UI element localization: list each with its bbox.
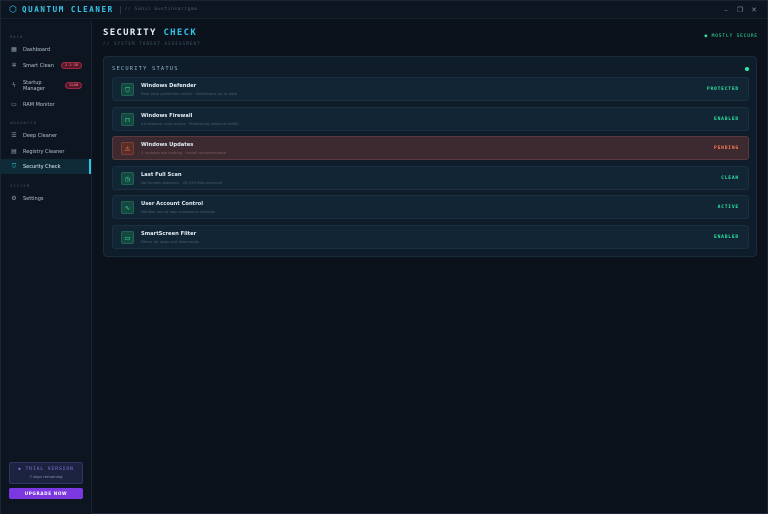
app-subtitle: // Sahil Gustinsarigma [124,7,198,12]
sidebar-item-label: Dashboard [23,46,51,53]
shield-icon: ⛉ [121,83,134,96]
registry-icon: ▤ [11,147,17,155]
check-row-windows-updates[interactable]: ⚠ Windows Updates 3 updates are waiting … [112,136,749,160]
check-name: User Account Control [141,201,204,207]
activity-icon: ∿ [121,201,134,214]
main-content: SECURITY CHECK // SYSTEM THREAT ASSESSME… [92,20,768,514]
sidebar-item-label: Startup Manager [23,80,45,92]
check-name: SmartScreen Filter [141,231,197,237]
sidebar-item-label: Registry Cleaner [23,148,65,155]
check-description: All network rules active · Monitoring in… [141,121,239,126]
memory-icon: ▭ [11,100,17,108]
check-name: Last Full Scan [141,172,182,178]
minimize-button[interactable]: – [719,6,733,14]
check-row-windows-defender[interactable]: ⛉ Windows Defender Real-time protection … [112,77,749,101]
warning-icon: ⚠ [121,142,134,155]
sidebar-item-ram-monitor[interactable]: ▭ RAM Monitor [1,97,91,112]
grid-icon: ▦ [11,45,17,53]
panel-title: SECURITY STATUS [112,66,179,72]
gear-icon: ⚙ [11,194,17,202]
check-name: Windows Defender [141,83,197,89]
close-button[interactable]: ✕ [747,6,761,14]
layers-icon: ☰ [11,131,17,139]
clock-icon: ◷ [121,172,134,185]
check-description: 3 updates are waiting · Install recommen… [141,150,227,155]
check-description: Filters for apps and downloads [141,239,200,244]
trial-title: ◆ TRIAL VERSION [18,467,74,472]
trial-box: ◆ TRIAL VERSION 7 days remaining [9,462,83,484]
sidebar-item-deep-cleaner[interactable]: ☰ Deep Cleaner [1,128,91,143]
overall-status-badge: ● MOSTLY SECURE [704,34,758,39]
check-name: Windows Updates [141,142,194,148]
check-status: ENABLED [714,235,739,240]
status-dot-icon [745,67,749,71]
upgrade-button[interactable]: UPGRADE NOW [9,488,83,499]
check-row-last-full-scan[interactable]: ◷ Last Full Scan No threats detected · 2… [112,166,749,190]
app-window: ⬡ QUANTUM CLEANER // Sahil Gustinsarigma… [0,0,768,514]
check-name: Windows Firewall [141,113,193,119]
check-status: ENABLED [714,117,739,122]
sidebar-item-smart-clean[interactable]: ✲ Smart Clean 2.3 GB [1,58,91,73]
size-badge: 2.3 GB [61,62,82,69]
check-status: ACTIVE [717,205,739,210]
sidebar-item-label: Smart Clean [23,62,54,69]
sidebar-item-settings[interactable]: ⚙ Settings [1,191,91,206]
sidebar: MAIN ▦ Dashboard ✲ Smart Clean 2.3 GB ϟ … [1,20,92,514]
page-subtitle: // SYSTEM THREAT ASSESSMENT [103,41,201,46]
check-description: Real-time protection active · Definition… [141,91,238,96]
check-row-user-account-control[interactable]: ∿ User Account Control Notifies you of a… [112,195,749,219]
bolt-icon: ϟ [12,82,16,89]
monitor-icon: ▭ [121,231,134,244]
hexagon-logo-icon: ⬡ [9,4,17,15]
sidebar-section-main: MAIN [10,34,24,39]
security-status-panel: SECURITY STATUS ⛉ Windows Defender Real-… [103,56,757,257]
check-description: Notifies you of app changes to settings [141,209,216,214]
sidebar-item-registry-cleaner[interactable]: ▤ Registry Cleaner [1,144,91,159]
check-description: No threats detected · 28,193 files scann… [141,180,223,185]
page-title: SECURITY CHECK [103,28,197,38]
sidebar-item-startup-manager[interactable]: ϟ Startup Manager SLOW [1,77,91,95]
trial-days-remaining: 7 days remaining [29,474,63,479]
status-badge: SLOW [65,82,82,89]
check-status: PROTECTED [706,87,739,92]
maximize-button[interactable]: ❐ [733,6,747,14]
check-status: PENDING [714,146,739,151]
app-title: QUANTUM CLEANER [22,5,114,14]
check-status: CLEAN [721,176,739,181]
title-separator [119,5,121,14]
sidebar-item-label: Deep Cleaner [23,132,58,139]
check-row-smartscreen-filter[interactable]: ▭ SmartScreen Filter Filters for apps an… [112,225,749,249]
sidebar-section-advanced: ADVANCED [10,120,38,125]
page-title-accent: CHECK [163,28,198,38]
sidebar-section-system: SYSTEM [10,183,31,188]
page-title-prefix: SECURITY [103,28,157,38]
check-row-windows-firewall[interactable]: ⊓ Windows Firewall All network rules act… [112,107,749,131]
lock-icon: ⊓ [121,113,134,126]
sidebar-item-label: Security Check [23,163,61,170]
title-bar[interactable]: ⬡ QUANTUM CLEANER // Sahil Gustinsarigma… [1,1,767,19]
sidebar-item-label: Settings [23,195,44,202]
sparkle-icon: ✲ [11,61,17,69]
sidebar-item-label: RAM Monitor [23,101,55,108]
shield-icon: ⛉ [11,162,17,170]
window-controls: – ❐ ✕ [719,1,761,19]
sidebar-item-security-check[interactable]: ⛉ Security Check [1,159,91,174]
sidebar-item-dashboard[interactable]: ▦ Dashboard [1,42,91,57]
